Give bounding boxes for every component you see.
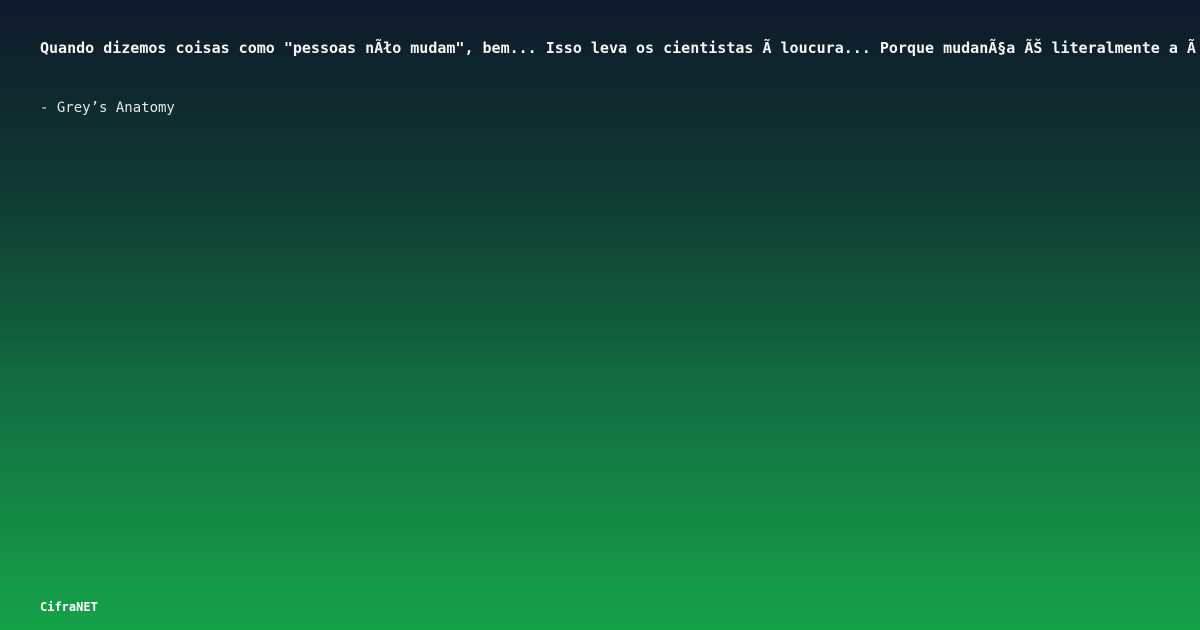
brand-logo-text: CifraNET (40, 600, 98, 614)
quote-text: Quando dizemos coisas como "pessoas nÃło… (40, 39, 1196, 57)
quote-author: - Grey’s Anatomy (40, 100, 175, 116)
